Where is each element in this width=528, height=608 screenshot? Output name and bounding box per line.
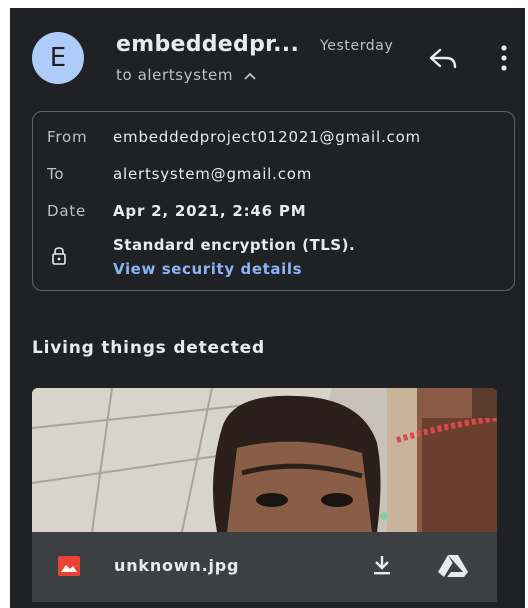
sender-avatar[interactable]: E: [32, 32, 84, 84]
attachment-filename: unknown.jpg: [114, 556, 240, 575]
date-label: Date: [47, 202, 87, 220]
recipients-toggle[interactable]: to alertsystem: [116, 66, 257, 84]
message-body: Living things detected: [32, 338, 265, 358]
sender-name: embeddedpr...: [116, 32, 300, 57]
more-vert-icon[interactable]: [498, 44, 510, 72]
lock-icon: [52, 247, 66, 265]
email-screen: E embeddedpr... Yesterday to alertsystem…: [10, 8, 525, 608]
attachment-bar: unknown.jpg: [32, 532, 497, 602]
from-value: embeddedproject012021@gmail.com: [113, 128, 421, 146]
encryption-status: Standard encryption (TLS).: [113, 236, 356, 254]
to-label: To: [47, 165, 65, 183]
drive-icon[interactable]: [437, 554, 469, 578]
view-security-details-link[interactable]: View security details: [113, 260, 302, 278]
from-label: From: [47, 128, 88, 146]
message-details-panel: From embeddedproject012021@gmail.com To …: [32, 111, 515, 291]
chevron-up-icon: [244, 72, 257, 80]
date-value: Apr 2, 2021, 2:46 PM: [113, 202, 307, 220]
image-file-icon: [58, 556, 80, 576]
download-icon[interactable]: [372, 554, 392, 576]
attachment-card[interactable]: unknown.jpg: [32, 388, 497, 602]
received-time: Yesterday: [320, 38, 394, 54]
to-value: alertsystem@gmail.com: [113, 165, 313, 183]
recipients-text: to alertsystem: [116, 66, 234, 84]
attachment-preview-image[interactable]: [32, 388, 497, 532]
reply-icon[interactable]: [428, 48, 458, 70]
